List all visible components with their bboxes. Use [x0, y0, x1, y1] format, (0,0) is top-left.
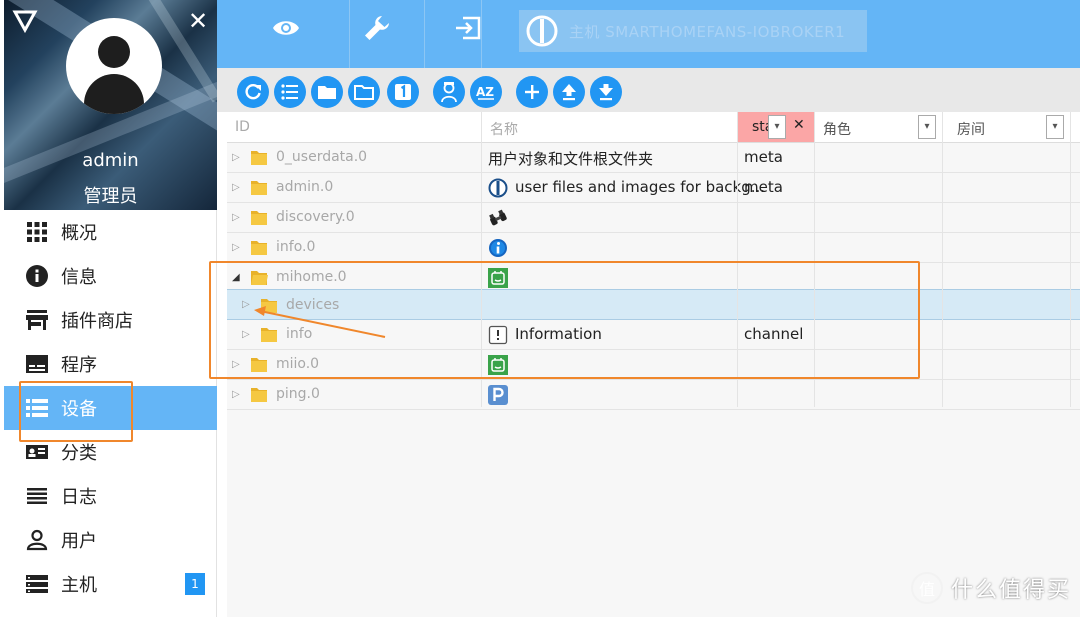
column-header-id[interactable]: ID	[227, 112, 481, 143]
sidebar-item-label: 信息	[61, 267, 97, 288]
sidebar-item-hosts[interactable]: 主机 1	[0, 562, 217, 606]
row-role: meta	[744, 178, 783, 196]
apps-grid-icon	[25, 220, 49, 244]
user-icon	[25, 528, 49, 552]
row-name: 用户对象和文件根文件夹	[488, 150, 654, 168]
sort-az-icon[interactable]: AZ	[470, 76, 502, 108]
avatar	[66, 18, 162, 114]
sidebar-item-adapters[interactable]: 插件商店	[0, 298, 217, 342]
folder-closed-icon[interactable]	[311, 76, 343, 108]
expand-arrow-icon[interactable]: ▷	[232, 212, 240, 223]
sidebar: ✕ admin 管理员 概况 信息 插件商店 程序 设备 分类 日志 用户 主机…	[0, 0, 217, 617]
host-selector[interactable]: 主机 SMARTHOMEFANS-IOBROKER1	[519, 10, 867, 52]
one-icon[interactable]	[387, 76, 419, 108]
sidebar-item-label: 程序	[61, 355, 97, 376]
ping-icon	[488, 385, 508, 405]
sidebar-item-label: 主机	[61, 575, 97, 596]
categories-icon	[25, 440, 49, 464]
watermark-logo: 值	[911, 572, 943, 604]
menu-logo-icon[interactable]	[12, 8, 38, 34]
annotation-arrow-icon	[254, 306, 386, 338]
table-row[interactable]: ▷ discovery.0	[227, 203, 1080, 233]
column-header-state[interactable]: sta ▾ ✕	[738, 112, 814, 143]
hosts-badge: 1	[185, 573, 205, 595]
sidebar-item-label: 日志	[61, 487, 97, 508]
sidebar-item-instances[interactable]: 程序	[0, 342, 217, 386]
instances-icon	[25, 352, 49, 376]
eye-icon[interactable]	[268, 14, 304, 42]
top-bar: 主机 SMARTHOMEFANS-IOBROKER1	[217, 0, 1080, 68]
info-icon	[25, 264, 49, 288]
sidebar-item-users[interactable]: 用户	[0, 518, 217, 562]
list-view-icon[interactable]	[274, 76, 306, 108]
clear-filter-icon[interactable]: ✕	[793, 117, 805, 133]
expand-arrow-icon[interactable]: ▷	[232, 389, 240, 400]
iobroker-logo-icon	[526, 15, 558, 47]
highlight-box-sidebar	[19, 381, 133, 442]
hosts-icon	[25, 572, 49, 596]
folder-icon	[251, 151, 267, 165]
close-icon[interactable]: ✕	[188, 8, 208, 34]
sidebar-item-label: 分类	[61, 443, 97, 464]
user-role: 管理员	[83, 186, 138, 207]
binoculars-icon	[489, 209, 507, 226]
room-filter-dropdown[interactable]: ▾	[1046, 115, 1064, 139]
row-name: user files and images for backg...	[515, 178, 766, 196]
app-window: ✕ admin 管理员 概况 信息 插件商店 程序 设备 分类 日志 用户 主机…	[0, 0, 1080, 617]
column-header-room[interactable]: 房间 ▾	[943, 112, 1080, 143]
user-name: admin	[82, 150, 139, 171]
sidebar-item-label: 概况	[61, 223, 97, 244]
sidebar-item-info[interactable]: 信息	[0, 254, 217, 298]
role-filter-dropdown[interactable]: ▾	[918, 115, 936, 139]
refresh-icon[interactable]	[237, 76, 269, 108]
row-id: admin.0	[276, 179, 334, 195]
sidebar-item-label: 插件商店	[61, 311, 133, 332]
objects-toolbar: AZ	[217, 68, 1080, 112]
expand-arrow-icon[interactable]: ▷	[232, 182, 240, 193]
iobroker-icon	[488, 178, 508, 198]
watermark-text: 什么值得买	[951, 578, 1072, 603]
folder-icon	[251, 241, 267, 255]
wrench-icon[interactable]	[359, 14, 395, 42]
log-icon	[25, 484, 49, 508]
folder-icon	[251, 388, 267, 402]
expert-mode-icon[interactable]	[433, 76, 465, 108]
table-row[interactable]: ▷ info.0	[227, 233, 1080, 263]
row-id: ping.0	[276, 386, 320, 402]
add-icon[interactable]	[516, 76, 548, 108]
expand-arrow-icon[interactable]: ▷	[232, 242, 240, 253]
info-adapter-icon	[489, 239, 507, 257]
table-row[interactable]: ▷ admin.0 user files and images for back…	[227, 173, 1080, 203]
sidebar-item-logs[interactable]: 日志	[0, 474, 217, 518]
sidebar-item-label: 用户	[61, 531, 97, 552]
host-label: 主机 SMARTHOMEFANS-IOBROKER1	[569, 22, 846, 41]
watermark: 值 什么值得买	[911, 572, 1071, 604]
column-header-role[interactable]: 角色 ▾	[815, 112, 942, 143]
row-id: info.0	[276, 239, 316, 255]
svg-text:AZ: AZ	[476, 85, 494, 99]
table-row[interactable]: ▷ ping.0	[227, 380, 1080, 410]
folder-icon	[251, 211, 267, 225]
row-id: 0_userdata.0	[276, 149, 368, 165]
table-row[interactable]: ▷ 0_userdata.0 用户对象和文件根文件夹 meta	[227, 143, 1080, 173]
state-filter-dropdown[interactable]: ▾	[768, 115, 786, 139]
row-role: meta	[744, 148, 783, 166]
profile-header: ✕ admin 管理员	[4, 0, 217, 210]
store-icon	[25, 308, 49, 332]
row-id: discovery.0	[276, 209, 355, 225]
download-icon[interactable]	[590, 76, 622, 108]
folder-open-icon[interactable]	[348, 76, 380, 108]
upload-icon[interactable]	[553, 76, 585, 108]
folder-icon	[251, 181, 267, 195]
column-header-name[interactable]: 名称	[482, 112, 737, 143]
sidebar-item-overview[interactable]: 概况	[0, 210, 217, 254]
expand-arrow-icon[interactable]: ▷	[232, 152, 240, 163]
